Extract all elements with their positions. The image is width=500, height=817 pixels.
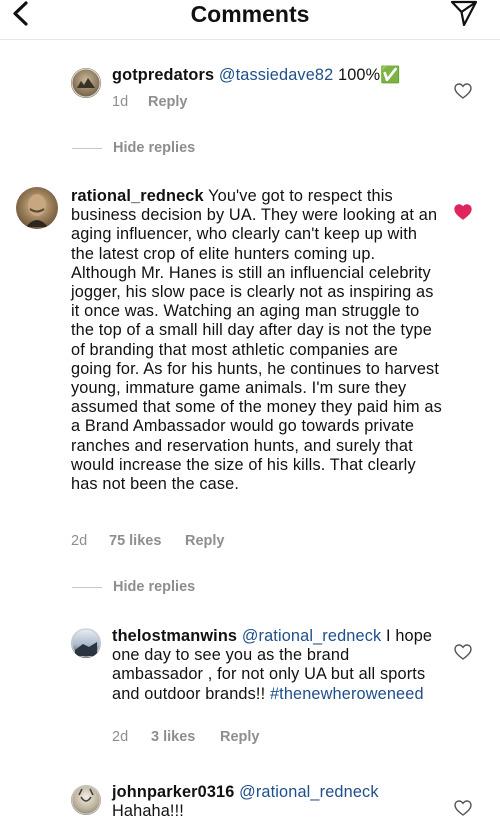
comment-text: thelostmanwins @rational_redneck I hope …: [112, 627, 442, 704]
comment-mention[interactable]: @tassiedave82: [219, 66, 333, 84]
heart-icon[interactable]: [454, 83, 472, 99]
page-title: Comments: [190, 1, 310, 27]
comment-hashtag[interactable]: #thenewheroweneed: [270, 685, 424, 703]
comment-time: 2d: [71, 533, 88, 549]
comment-mention[interactable]: @rational_redneck: [239, 783, 378, 801]
comment-username[interactable]: thelostmanwins: [112, 627, 237, 645]
comment-body: Hahaha!!!: [112, 802, 184, 817]
comments-header: Comments: [0, 0, 500, 40]
paper-plane-icon[interactable]: [450, 0, 478, 26]
reply-button[interactable]: Reply: [148, 94, 188, 110]
comment-text: johnparker0316 @rational_redneck Hahaha!…: [112, 783, 442, 817]
avatar[interactable]: [71, 785, 101, 815]
comment-time: 2d: [112, 729, 129, 745]
comment-body: You've got to respect this business deci…: [71, 187, 442, 494]
comment-text: gotpredators @tassiedave82 100%✅: [112, 66, 432, 85]
likes-count[interactable]: 75 likes: [109, 533, 185, 549]
divider-line: [72, 148, 102, 149]
likes-count[interactable]: 3 likes: [151, 729, 220, 745]
reply-button[interactable]: Reply: [185, 533, 225, 549]
avatar[interactable]: [16, 187, 58, 229]
heart-filled-icon[interactable]: [454, 204, 472, 220]
hide-replies-button[interactable]: Hide replies: [113, 140, 195, 156]
divider-line: [72, 587, 102, 588]
comment-meta: 1d Reply: [112, 94, 188, 110]
avatar[interactable]: [71, 628, 101, 658]
comment-body: 100%✅: [333, 66, 401, 84]
comment-meta: 2d 75 likes Reply: [71, 533, 225, 549]
reply-button[interactable]: Reply: [220, 729, 260, 745]
comment-mention[interactable]: @rational_redneck: [242, 627, 381, 645]
comment-time: 1d: [112, 94, 129, 110]
hide-replies-button[interactable]: Hide replies: [113, 579, 195, 595]
heart-icon[interactable]: [454, 800, 472, 816]
comment-username[interactable]: rational_redneck: [71, 187, 204, 205]
comment-username[interactable]: johnparker0316: [112, 783, 234, 801]
comment-meta: 2d 3 likes Reply: [112, 729, 260, 745]
comment-username[interactable]: gotpredators: [112, 66, 214, 84]
comment-text: rational_redneck You've got to respect t…: [71, 187, 443, 494]
avatar[interactable]: [71, 68, 101, 98]
heart-icon[interactable]: [454, 644, 472, 660]
